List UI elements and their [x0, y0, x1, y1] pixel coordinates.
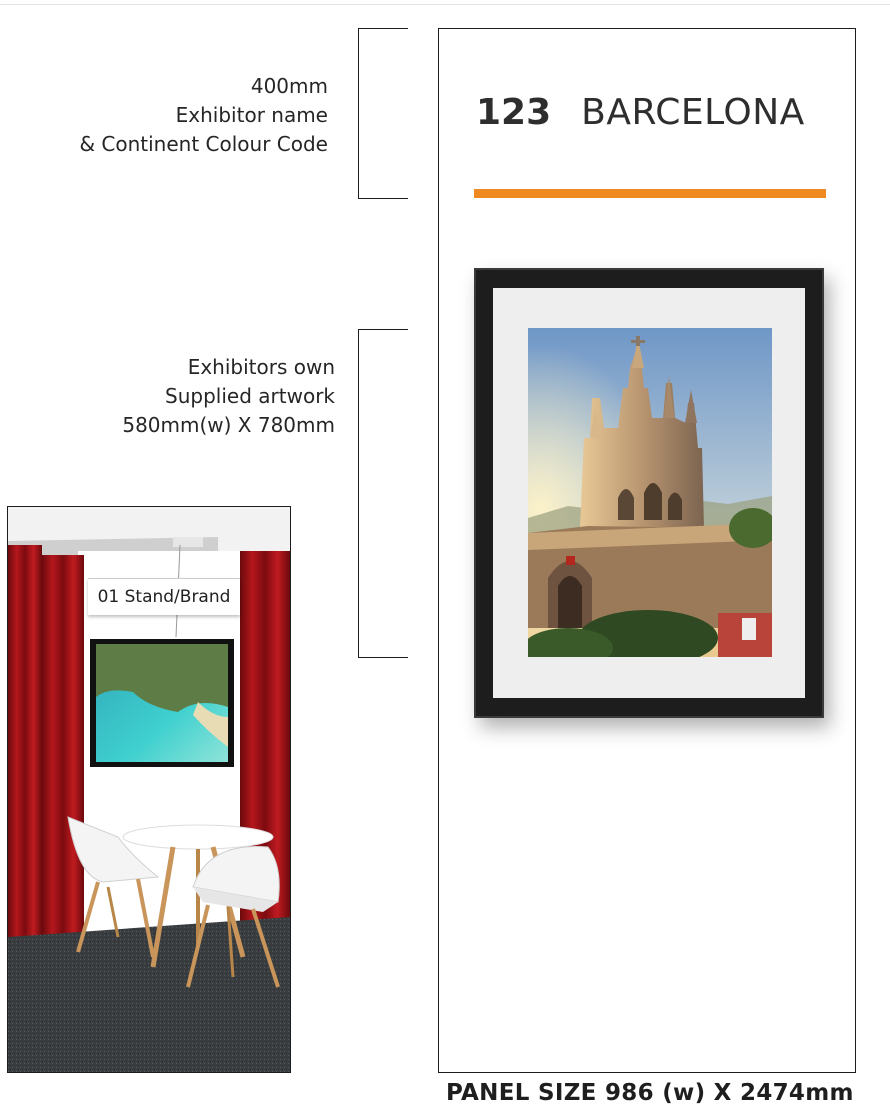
top-divider: [0, 4, 890, 5]
artwork-annotation-line-3: 580mm(w) X 780mm: [122, 413, 335, 437]
artwork-frame: [474, 268, 824, 718]
continent-colour-bar: [474, 189, 826, 198]
artwork-bracket: [358, 329, 408, 658]
header-annotation-line-3: & Continent Colour Code: [79, 132, 328, 156]
cathedral-photo: [528, 328, 772, 657]
header-annotation: 400mm Exhibitor name & Continent Colour …: [79, 72, 328, 159]
header-annotation-line-2: Exhibitor name: [175, 103, 328, 127]
artwork-annotation-line-1: Exhibitors own: [187, 355, 335, 379]
header-bracket: [358, 28, 408, 199]
exhibitor-name: BARCELONA: [581, 92, 805, 133]
stand-brand-sign: 01 Stand/Brand: [88, 578, 240, 615]
artwork-annotation: Exhibitors own Supplied artwork 580mm(w)…: [122, 353, 335, 440]
artwork-annotation-line-2: Supplied artwork: [165, 384, 335, 408]
header-annotation-line-1: 400mm: [250, 74, 328, 98]
exhibitor-header: 123 BARCELONA: [476, 92, 805, 133]
panel-size-caption: PANEL SIZE 986 (w) X 2474mm: [446, 1080, 854, 1106]
stand-number: 123: [476, 92, 552, 133]
